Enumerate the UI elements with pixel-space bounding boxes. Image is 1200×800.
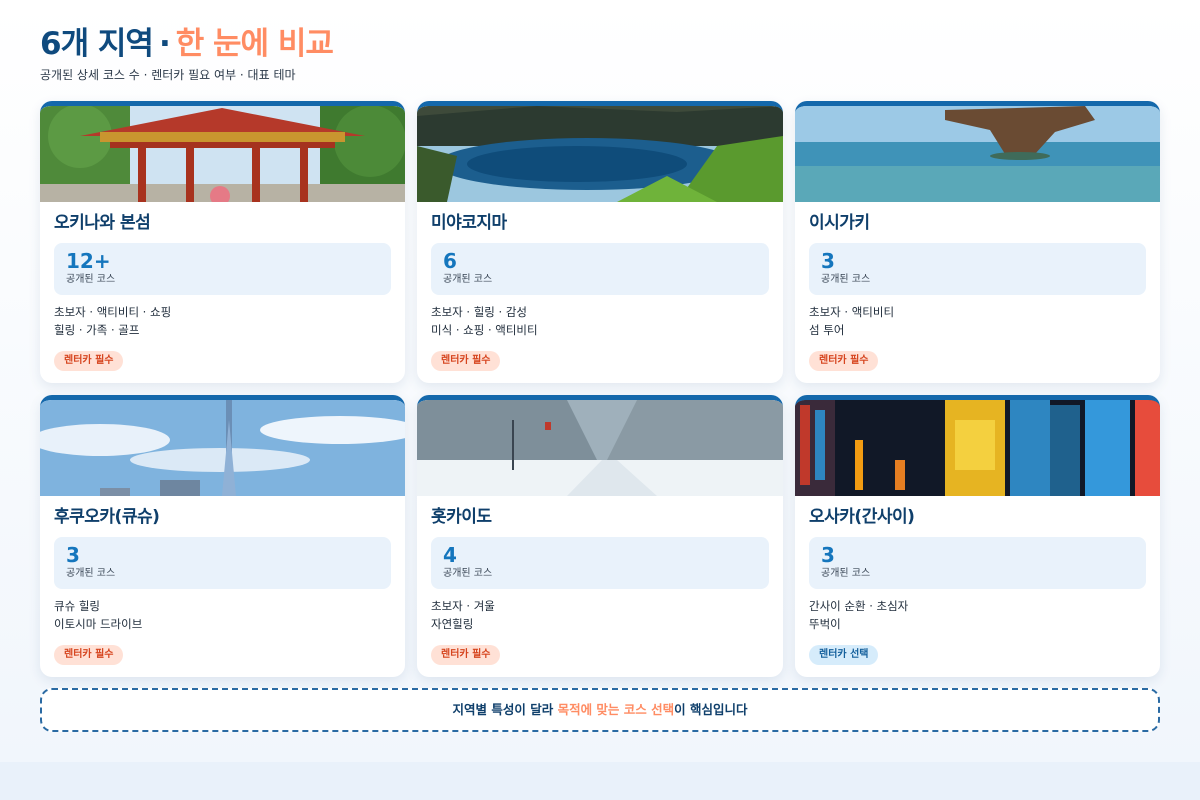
region-card-fukuoka[interactable]: 후쿠오카(큐슈) 3 공개된 코스 큐슈 힐링 이토시마 드라이브 렌터카 필수: [40, 395, 405, 677]
summary-highlight: 목적에 맞는 코스 선택: [557, 702, 675, 717]
course-count-label: 공개된 코스: [821, 274, 871, 285]
region-card-grid: 오키나와 본섬 12+ 공개된 코스 초보자 · 액티비티 · 쇼핑 힐링 · …: [40, 101, 1160, 677]
summary-text-pre: 지역별 특성이 달라: [452, 702, 558, 717]
theme-tags: 큐슈 힐링 이토시마 드라이브: [54, 597, 391, 633]
rental-car-badge: 렌터카 선택: [809, 645, 879, 665]
region-card-hokkaido[interactable]: 홋카이도 4 공개된 코스 초보자 · 겨울 자연힐링 렌터카 필수: [417, 395, 783, 677]
theme-tags-line-1: 초보자 · 액티비티 · 쇼핑: [54, 305, 172, 319]
course-count-box: 4 공개된 코스: [431, 537, 769, 589]
page-subtitle: 공개된 상세 코스 수 · 렌터카 필요 여부 · 대표 테마: [40, 68, 296, 82]
summary-callout: 지역별 특성이 달라 목적에 맞는 코스 선택이 핵심입니다: [40, 688, 1160, 732]
theme-tags-line-1: 초보자 · 힐링 · 감성: [431, 305, 527, 319]
region-name: 후쿠오카(큐슈): [54, 507, 160, 527]
course-count: 3: [821, 249, 835, 273]
summary-text-post: 이 핵심입니다: [674, 702, 748, 717]
course-count: 3: [66, 543, 80, 567]
page-title-separator: ·: [158, 26, 171, 62]
course-count-label: 공개된 코스: [66, 568, 116, 579]
course-count-box: 12+ 공개된 코스: [54, 243, 391, 295]
theme-tags: 초보자 · 액티비티 섬 투어: [809, 303, 1146, 339]
rental-car-badge: 렌터카 필수: [809, 351, 879, 371]
theme-tags-line-2: 자연힐링: [431, 617, 474, 631]
course-count-box: 3 공개된 코스: [809, 537, 1146, 589]
rental-car-badge: 렌터카 필수: [54, 645, 124, 665]
region-name: 이시가키: [809, 213, 870, 233]
course-count-label: 공개된 코스: [443, 568, 493, 579]
rental-car-badge: 렌터카 필수: [431, 351, 501, 371]
theme-tags-line-2: 이토시마 드라이브: [54, 617, 143, 631]
theme-tags-line-2: 미식 · 쇼핑 · 액티비티: [431, 323, 538, 337]
theme-tags: 초보자 · 액티비티 · 쇼핑 힐링 · 가족 · 골프: [54, 303, 391, 339]
region-card-osaka[interactable]: 오사카(간사이) 3 공개된 코스 간사이 순환 · 초심자 뚜벅이 렌터카 선…: [795, 395, 1160, 677]
rock-in-sea-photo: [795, 106, 1160, 202]
course-count-box: 3 공개된 코스: [809, 243, 1146, 295]
course-count-box: 3 공개된 코스: [54, 537, 391, 589]
course-count: 3: [821, 543, 835, 567]
region-card-miyakojima[interactable]: 미야코지마 6 공개된 코스 초보자 · 힐링 · 감성 미식 · 쇼핑 · 액…: [417, 101, 783, 383]
rental-car-badge: 렌터카 필수: [54, 351, 124, 371]
course-count-box: 6 공개된 코스: [431, 243, 769, 295]
theme-tags-line-2: 뚜벅이: [809, 617, 841, 631]
theme-tags-line-2: 섬 투어: [809, 323, 845, 337]
region-card-okinawa[interactable]: 오키나와 본섬 12+ 공개된 코스 초보자 · 액티비티 · 쇼핑 힐링 · …: [40, 101, 405, 383]
theme-tags-line-2: 힐링 · 가족 · 골프: [54, 323, 140, 337]
page: 6개 지역 · 한 눈에 비교 공개된 상세 코스 수 · 렌터카 필요 여부 · …: [0, 0, 1200, 762]
dotonbori-night-signs-photo: [795, 400, 1160, 496]
course-count-label: 공개된 코스: [821, 568, 871, 579]
region-name: 오키나와 본섬: [54, 213, 151, 233]
theme-tags-line-1: 큐슈 힐링: [54, 599, 100, 613]
course-count-label: 공개된 코스: [66, 274, 116, 285]
page-title-accent: 한 눈에 비교: [175, 26, 334, 62]
theme-tags: 초보자 · 겨울 자연힐링: [431, 597, 769, 633]
page-title-main: 6개 지역: [40, 26, 154, 62]
rental-car-badge: 렌터카 필수: [431, 645, 501, 665]
region-name: 홋카이도: [431, 507, 492, 527]
fukuoka-tower-skyline-photo: [40, 400, 405, 496]
theme-tags-line-1: 초보자 · 액티비티: [809, 305, 895, 319]
blue-lagoon-cliff-photo: [417, 106, 783, 202]
course-count: 6: [443, 249, 457, 273]
course-count: 12+: [66, 249, 111, 273]
theme-tags-line-1: 초보자 · 겨울: [431, 599, 495, 613]
course-count-label: 공개된 코스: [443, 274, 493, 285]
region-name: 오사카(간사이): [809, 507, 915, 527]
page-title: 6개 지역 · 한 눈에 비교: [40, 26, 1160, 62]
shuri-gate-photo: [40, 106, 405, 202]
theme-tags-line-1: 간사이 순환 · 초심자: [809, 599, 909, 613]
region-name: 미야코지마: [431, 213, 507, 233]
theme-tags: 초보자 · 힐링 · 감성 미식 · 쇼핑 · 액티비티: [431, 303, 769, 339]
snowy-forest-road-photo: [417, 400, 783, 496]
course-count: 4: [443, 543, 457, 567]
theme-tags: 간사이 순환 · 초심자 뚜벅이: [809, 597, 1146, 633]
region-card-ishigaki[interactable]: 이시가키 3 공개된 코스 초보자 · 액티비티 섬 투어 렌터카 필수: [795, 101, 1160, 383]
